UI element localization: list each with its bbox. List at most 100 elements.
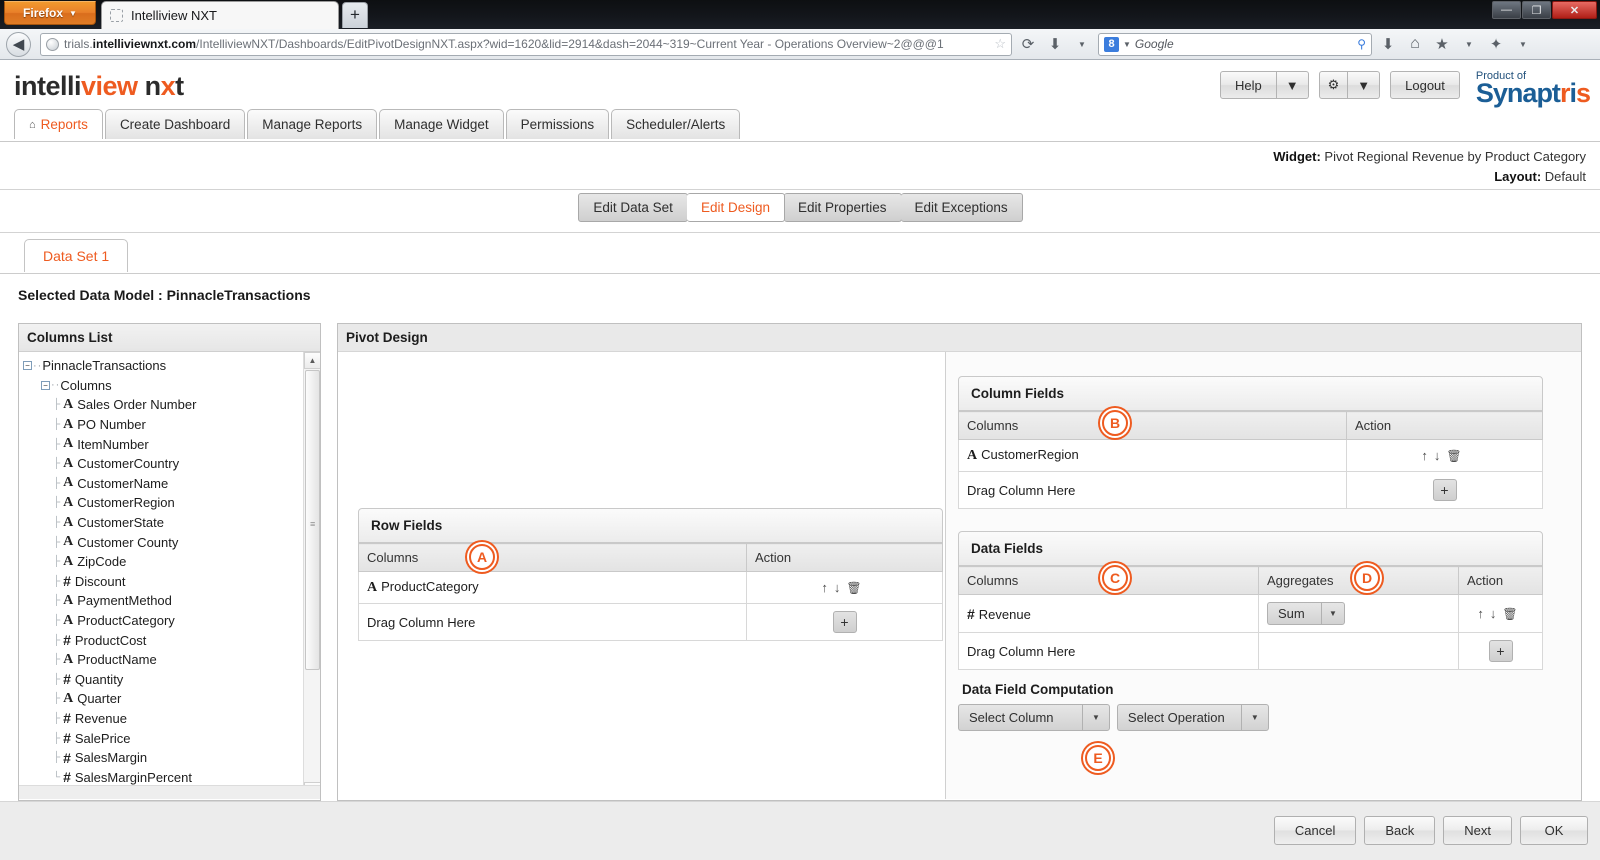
tree-leaf-item[interactable]: ├ASales Order Number: [23, 395, 320, 415]
tree-leaf-item[interactable]: ├ACustomerCountry: [23, 454, 320, 474]
column-fields-drop-hint[interactable]: Drag Column Here: [959, 472, 1347, 509]
chevron-down-icon[interactable]: ▼: [1241, 704, 1269, 731]
chevron-down-icon[interactable]: ▼: [1071, 33, 1093, 55]
add-row-field-button[interactable]: +: [833, 611, 857, 633]
add-column-field-button[interactable]: +: [1433, 479, 1457, 501]
columns-tree-scrollbar[interactable]: ▲ ≡ ▼: [303, 352, 320, 799]
collapse-toggle-icon[interactable]: −: [41, 381, 50, 390]
select-column-dropdown[interactable]: Select Column ▼: [958, 704, 1110, 731]
new-tab-button[interactable]: +: [342, 2, 368, 28]
chevron-down-icon[interactable]: ▼: [1277, 71, 1309, 99]
collapse-toggle-icon[interactable]: −: [23, 361, 32, 370]
table-row[interactable]: #Revenue Sum ▼ ↑↓🗑: [959, 595, 1543, 633]
tree-leaf-item[interactable]: ├AZipCode: [23, 552, 320, 572]
chevron-down-icon[interactable]: ▼: [1348, 71, 1380, 99]
tree-leaf-item[interactable]: ├AProductName: [23, 650, 320, 670]
minimize-button[interactable]: —: [1492, 1, 1521, 19]
row-fields-drop-hint[interactable]: Drag Column Here: [359, 604, 747, 641]
move-up-icon[interactable]: ↑: [1421, 448, 1434, 463]
tab-data-set-1[interactable]: Data Set 1: [24, 239, 128, 272]
move-down-icon[interactable]: ↓: [834, 580, 847, 595]
tree-leaf-item[interactable]: ├AProductCategory: [23, 611, 320, 631]
chevron-down-icon[interactable]: ▼: [1321, 602, 1345, 625]
magnifier-icon[interactable]: ⚲: [1357, 37, 1366, 51]
search-bar[interactable]: 8 ▼ Google ⚲: [1098, 33, 1372, 56]
downloads-icon[interactable]: ⬇: [1377, 33, 1399, 55]
scroll-up-icon[interactable]: ▲: [304, 352, 320, 369]
tab-permissions[interactable]: Permissions: [506, 109, 610, 139]
tree-leaf-item[interactable]: ├#ProductCost: [23, 630, 320, 650]
logout-button[interactable]: Logout: [1390, 71, 1460, 99]
table-row-dropzone[interactable]: Drag Column Here +: [359, 604, 943, 641]
tree-leaf-item[interactable]: ├ACustomerRegion: [23, 493, 320, 513]
cancel-button[interactable]: Cancel: [1274, 816, 1356, 845]
bookmark-star-icon[interactable]: ☆: [994, 36, 1006, 52]
reload-button[interactable]: ⟳: [1017, 33, 1039, 55]
chevron-down-icon[interactable]: ▼: [1458, 33, 1480, 55]
tree-leaf-item[interactable]: ├#Discount: [23, 572, 320, 592]
delete-icon[interactable]: 🗑: [1446, 449, 1467, 463]
close-button[interactable]: ✕: [1552, 1, 1597, 19]
chevron-down-icon[interactable]: ▼: [1512, 33, 1534, 55]
back-button[interactable]: Back: [1364, 816, 1435, 845]
tab-create-dashboard[interactable]: Create Dashboard: [105, 109, 245, 139]
settings-split-button[interactable]: ⚙ ▼: [1319, 71, 1381, 99]
move-down-icon[interactable]: ↓: [1434, 448, 1447, 463]
chevron-down-icon[interactable]: ▼: [1123, 40, 1131, 49]
ok-button[interactable]: OK: [1520, 816, 1588, 845]
tree-leaf-item[interactable]: ├APO Number: [23, 415, 320, 435]
data-field-cell[interactable]: #Revenue: [959, 595, 1259, 633]
next-button[interactable]: Next: [1443, 816, 1512, 845]
maximize-button[interactable]: ❐: [1522, 1, 1551, 19]
firefox-menu-button[interactable]: Firefox ▼: [4, 1, 96, 25]
tab-edit-exceptions[interactable]: Edit Exceptions: [901, 193, 1023, 222]
data-fields-drop-hint[interactable]: Drag Column Here: [959, 633, 1259, 670]
tree-leaf-item[interactable]: ├ACustomerName: [23, 474, 320, 494]
table-row-dropzone[interactable]: Drag Column Here +: [959, 633, 1543, 670]
tab-manage-reports[interactable]: Manage Reports: [247, 109, 377, 139]
chevron-down-icon[interactable]: ▼: [1082, 704, 1110, 731]
tree-node-columns[interactable]: −··Columns: [23, 376, 320, 396]
tree-leaf-item[interactable]: ├#Quantity: [23, 670, 320, 690]
tab-edit-properties[interactable]: Edit Properties: [784, 193, 902, 222]
aggregate-dropdown[interactable]: Sum ▼: [1267, 602, 1345, 625]
scrollbar-thumb[interactable]: ≡: [305, 370, 320, 670]
delete-icon[interactable]: 🗑: [1502, 607, 1523, 621]
tree-leaf-item[interactable]: ├APaymentMethod: [23, 591, 320, 611]
tab-edit-data-set[interactable]: Edit Data Set: [578, 193, 688, 222]
gear-icon[interactable]: ⚙: [1319, 71, 1349, 99]
tree-node-root[interactable]: −··PinnacleTransactions: [23, 356, 320, 376]
tab-manage-widget[interactable]: Manage Widget: [379, 109, 504, 139]
back-button[interactable]: ◀: [6, 32, 31, 57]
url-bar[interactable]: trials.intelliviewnxt.com/IntelliviewNXT…: [40, 33, 1012, 56]
help-button[interactable]: Help: [1220, 71, 1277, 99]
tree-leaf-item[interactable]: ├#Revenue: [23, 709, 320, 729]
tree-leaf-item[interactable]: ├ACustomerState: [23, 513, 320, 533]
add-data-field-button[interactable]: +: [1489, 640, 1513, 662]
tree-leaf-item[interactable]: ├AQuarter: [23, 689, 320, 709]
help-split-button[interactable]: Help ▼: [1220, 71, 1309, 99]
table-row[interactable]: AProductCategory ↑↓🗑: [359, 572, 943, 604]
tree-leaf-item[interactable]: ├AItemNumber: [23, 434, 320, 454]
move-down-icon[interactable]: ↓: [1490, 606, 1503, 621]
browser-tab[interactable]: Intelliview NXT: [101, 1, 339, 29]
move-up-icon[interactable]: ↑: [821, 580, 834, 595]
table-row[interactable]: ACustomerRegion ↑↓🗑: [959, 440, 1543, 472]
tree-leaf-item[interactable]: ├ACustomer County: [23, 532, 320, 552]
tab-scheduler-alerts[interactable]: Scheduler/Alerts: [611, 109, 740, 139]
download-blocked-icon[interactable]: ⬇: [1044, 33, 1066, 55]
bookmarks-icon[interactable]: ★: [1431, 33, 1453, 55]
tab-edit-design[interactable]: Edit Design: [687, 193, 785, 222]
tree-leaf-item[interactable]: ├#SalePrice: [23, 728, 320, 748]
row-field-cell[interactable]: AProductCategory: [359, 572, 747, 604]
move-up-icon[interactable]: ↑: [1477, 606, 1490, 621]
delete-icon[interactable]: 🗑: [846, 581, 867, 595]
search-input[interactable]: Google: [1135, 37, 1353, 51]
tree-leaf-item[interactable]: ├#SalesMargin: [23, 748, 320, 768]
column-field-cell[interactable]: ACustomerRegion: [959, 440, 1347, 472]
addon-icon[interactable]: ✦: [1485, 33, 1507, 55]
home-icon[interactable]: ⌂: [1404, 33, 1426, 55]
table-row-dropzone[interactable]: Drag Column Here +: [959, 472, 1543, 509]
tab-reports[interactable]: ⌂ Reports: [14, 109, 103, 139]
select-operation-dropdown[interactable]: Select Operation ▼: [1117, 704, 1269, 731]
